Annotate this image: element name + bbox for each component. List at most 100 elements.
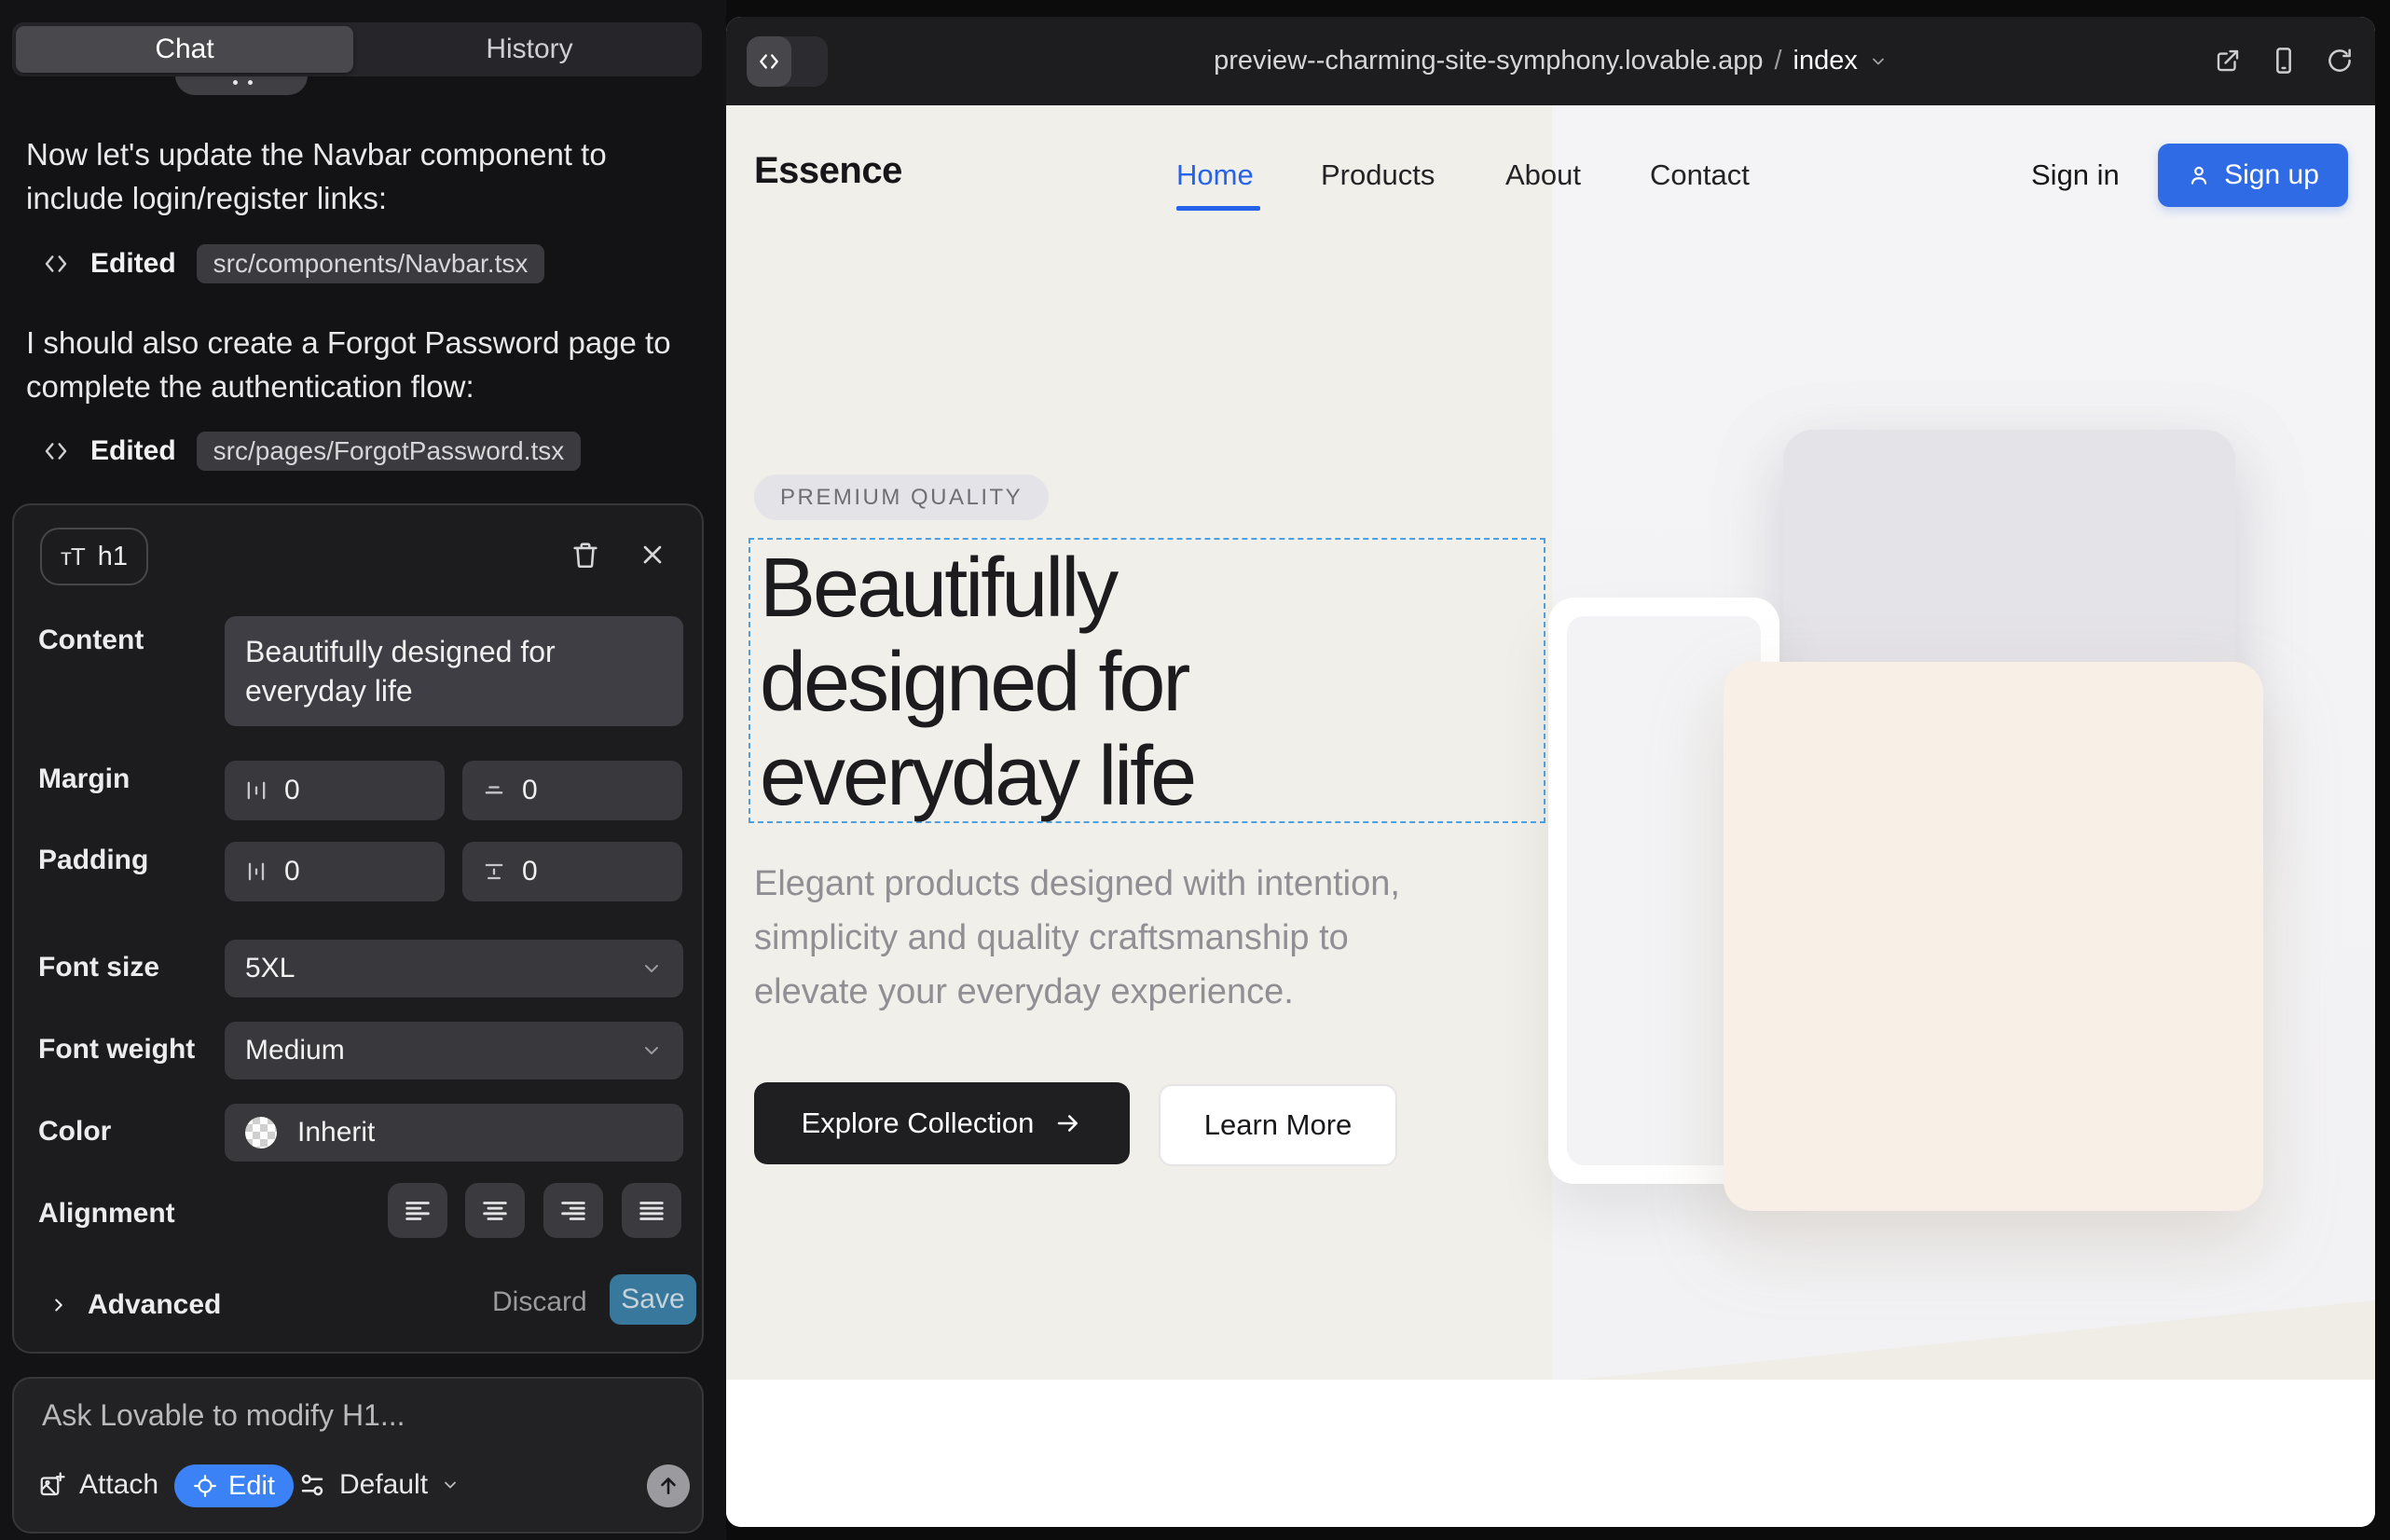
external-link-icon	[2214, 47, 2242, 75]
sidebar-tabs: Chat History	[12, 22, 702, 76]
font-size-value: 5XL	[245, 953, 295, 984]
edited-file-row: Edited src/pages/ForgotPassword.tsx	[42, 432, 581, 471]
sign-up-label: Sign up	[2224, 159, 2319, 191]
chevron-down-icon	[640, 1039, 663, 1062]
margin-y-input[interactable]: 0	[462, 761, 682, 820]
attach-label: Attach	[79, 1469, 158, 1501]
padding-x-icon	[243, 859, 269, 885]
explore-collection-button[interactable]: Explore Collection	[754, 1082, 1130, 1164]
align-left-icon	[402, 1195, 433, 1227]
color-select[interactable]: Inherit	[225, 1104, 683, 1162]
edited-file-chip[interactable]: src/components/Navbar.tsx	[197, 244, 545, 283]
premium-quality-badge: PREMIUM QUALITY	[754, 474, 1049, 520]
edited-file-chip[interactable]: src/pages/ForgotPassword.tsx	[197, 432, 582, 471]
site-brand[interactable]: Essence	[754, 150, 902, 192]
padding-y-input[interactable]: 0	[462, 842, 682, 901]
nav-link-about[interactable]: About	[1505, 158, 1581, 192]
hero-heading[interactable]: Beautifully designed for everyday life	[760, 542, 1194, 824]
discard-button[interactable]: Discard	[492, 1286, 587, 1318]
open-external-button[interactable]	[2206, 39, 2249, 82]
margin-x-value: 0	[284, 775, 300, 806]
nav-link-products[interactable]: Products	[1321, 158, 1435, 192]
margin-y-value: 0	[522, 775, 538, 806]
heading-line: Beautifully	[760, 542, 1194, 636]
color-swatch	[245, 1117, 277, 1148]
edit-mode-button[interactable]: Edit	[174, 1464, 294, 1507]
content-label: Content	[38, 625, 144, 656]
refresh-icon	[2326, 47, 2354, 75]
paragraph-line: Elegant products designed with intention…	[754, 857, 1400, 911]
edited-file-row: Edited src/components/Navbar.tsx	[42, 244, 544, 283]
sign-in-link[interactable]: Sign in	[2031, 158, 2120, 192]
send-button[interactable]	[647, 1464, 690, 1507]
decorative-rectangle-beige	[1724, 662, 2263, 1211]
edited-label: Edited	[90, 248, 176, 280]
margin-y-icon	[481, 777, 507, 804]
code-icon	[42, 437, 70, 465]
align-center-button[interactable]	[465, 1183, 525, 1238]
paragraph-line: simplicity and quality craftsmanship to	[754, 911, 1400, 965]
chevron-down-icon	[640, 957, 663, 980]
code-icon	[42, 250, 70, 278]
attach-image-icon	[38, 1471, 66, 1499]
advanced-toggle[interactable]: Advanced	[48, 1289, 221, 1321]
nav-link-contact[interactable]: Contact	[1650, 158, 1750, 192]
mobile-view-button[interactable]	[2262, 39, 2305, 82]
font-weight-select[interactable]: Medium	[225, 1022, 683, 1079]
hero-section: Essence Home Products About Contact Sign…	[726, 105, 2375, 1380]
element-editor-panel: тT h1 Content Beautifully designed for e…	[12, 503, 704, 1354]
align-right-button[interactable]	[543, 1183, 603, 1238]
site-viewport: Essence Home Products About Contact Sign…	[726, 105, 2375, 1527]
chat-message: I should also create a Forgot Password p…	[26, 321, 711, 408]
padding-label: Padding	[38, 845, 148, 876]
mode-select[interactable]: Default	[298, 1469, 460, 1501]
sign-up-button[interactable]: Sign up	[2158, 144, 2348, 207]
chevron-down-icon	[441, 1476, 460, 1494]
tab-history[interactable]: History	[361, 26, 698, 73]
font-weight-value: Medium	[245, 1035, 345, 1066]
url-separator: /	[1774, 46, 1781, 76]
nav-link-home[interactable]: Home	[1176, 158, 1254, 192]
explore-collection-label: Explore Collection	[802, 1107, 1035, 1140]
element-tag: h1	[98, 542, 128, 572]
align-justify-icon	[636, 1195, 667, 1227]
nav-active-underline	[1176, 206, 1260, 211]
save-button[interactable]: Save	[610, 1274, 696, 1325]
advanced-label: Advanced	[88, 1289, 221, 1321]
user-icon	[2187, 163, 2211, 187]
align-left-button[interactable]	[388, 1183, 447, 1238]
sliders-icon	[298, 1471, 326, 1499]
arrow-right-icon	[1054, 1109, 1082, 1137]
padding-x-input[interactable]: 0	[225, 842, 445, 901]
arrow-up-icon	[656, 1474, 680, 1498]
url-breadcrumb[interactable]: preview--charming-site-symphony.lovable.…	[726, 17, 2375, 105]
font-size-select[interactable]: 5XL	[225, 940, 683, 997]
selected-element-chip: тT h1	[40, 528, 148, 585]
color-value: Inherit	[297, 1117, 375, 1148]
lovable-app: Chat History Now let's update the Navbar…	[0, 0, 2390, 1540]
trash-icon	[570, 539, 601, 571]
content-input[interactable]: Beautifully designed for everyday life	[225, 616, 683, 726]
attach-button[interactable]: Attach	[38, 1469, 158, 1501]
align-justify-button[interactable]	[622, 1183, 681, 1238]
close-editor-button[interactable]	[629, 531, 676, 578]
edit-label: Edit	[228, 1471, 275, 1502]
font-size-label: Font size	[38, 952, 159, 983]
refresh-button[interactable]	[2318, 39, 2361, 82]
learn-more-button[interactable]: Learn More	[1159, 1084, 1397, 1166]
tab-chat[interactable]: Chat	[16, 26, 353, 73]
heading-line: designed for	[760, 636, 1194, 730]
align-right-icon	[557, 1195, 589, 1227]
chat-message: Now let's update the Navbar component to…	[26, 132, 711, 220]
preview-panel: preview--charming-site-symphony.lovable.…	[726, 17, 2375, 1527]
heading-line: everyday life	[760, 730, 1194, 824]
preview-toolbar: preview--charming-site-symphony.lovable.…	[726, 17, 2375, 105]
delete-element-button[interactable]	[562, 531, 609, 578]
margin-x-input[interactable]: 0	[225, 761, 445, 820]
color-label: Color	[38, 1116, 111, 1148]
chat-composer: Attach Edit Default	[12, 1377, 704, 1533]
smartphone-icon	[2269, 46, 2299, 76]
chevron-down-icon	[1869, 52, 1888, 71]
composer-input[interactable]	[40, 1397, 603, 1434]
close-icon	[638, 540, 667, 570]
